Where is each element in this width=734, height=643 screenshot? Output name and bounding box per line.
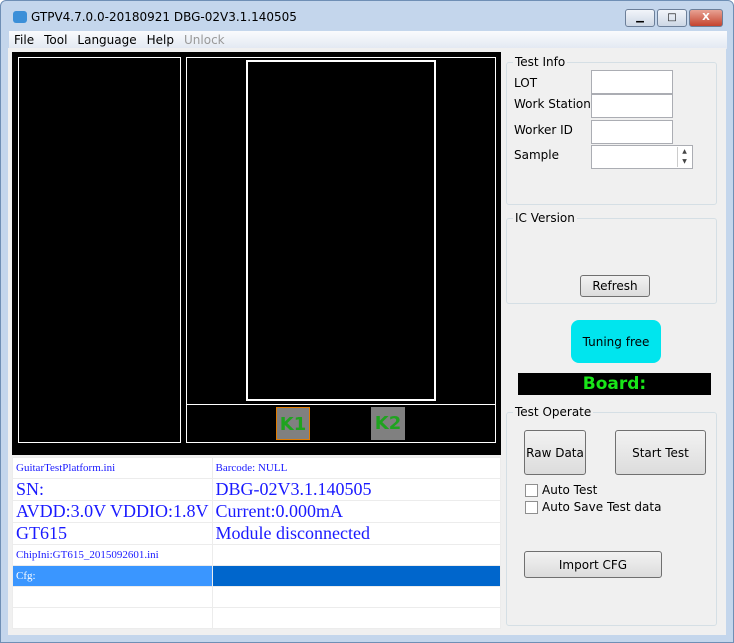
board-label: Board: [518, 373, 711, 395]
worker-id-label: Worker ID [514, 123, 573, 137]
cell: GT615 [12, 522, 213, 545]
lot-input[interactable] [591, 70, 673, 94]
cell [211, 586, 502, 608]
cell: Current:0.000mA [211, 500, 502, 523]
touch-area [246, 60, 436, 401]
group-caption: IC Version [513, 211, 577, 225]
auto-test-label: Auto Test [542, 483, 598, 497]
info-grid: GuitarTestPlatform.ini Barcode: NULL SN: D… [12, 457, 502, 629]
maximize-button[interactable]: □ [657, 9, 687, 27]
group-caption: Test Info [513, 55, 568, 69]
key-k2[interactable]: K2 [371, 407, 405, 440]
import-cfg-button[interactable]: Import CFG [524, 551, 662, 578]
tuning-status: Tuning free [571, 320, 661, 363]
auto-save-checkbox[interactable]: Auto Save Test data [525, 500, 661, 514]
cell[interactable]: Cfg: [12, 565, 213, 587]
start-test-button[interactable]: Start Test [615, 430, 706, 475]
close-button[interactable]: X [689, 9, 723, 27]
menu-language[interactable]: Language [72, 31, 141, 49]
menu-help[interactable]: Help [142, 31, 179, 49]
sample-label: Sample [514, 148, 559, 162]
raw-data-button[interactable]: Raw Data [524, 430, 586, 475]
cell [211, 544, 502, 566]
refresh-button[interactable]: Refresh [580, 275, 650, 297]
cell: SN: [12, 478, 213, 501]
cell: AVDD:3.0V VDDIO:1.8V [12, 500, 213, 523]
auto-save-label: Auto Save Test data [542, 500, 662, 514]
cell [211, 607, 502, 629]
auto-test-checkbox[interactable]: Auto Test [525, 483, 597, 497]
cell: Module disconnected [211, 522, 502, 545]
cell[interactable] [211, 565, 502, 587]
app-icon [13, 11, 27, 23]
cell: GuitarTestPlatform.ini [12, 457, 213, 479]
key-k1[interactable]: K1 [276, 407, 310, 440]
minimize-button[interactable]: ▁ [625, 9, 655, 27]
cell: DBG-02V3.1.140505 [211, 478, 502, 501]
menu-bar: File Tool Language Help Unlock [9, 31, 727, 49]
lot-label: LOT [514, 76, 538, 90]
window-title: GTPV4.7.0.0-20180921 DBG-02V3.1.140505 [31, 10, 297, 24]
cell: ChipIni:GT615_2015092601.ini [12, 544, 213, 566]
worker-id-input[interactable] [591, 120, 673, 144]
cell: Barcode: NULL [211, 457, 502, 479]
menu-tool[interactable]: Tool [39, 31, 72, 49]
divider [187, 404, 495, 405]
spinner-arrows-icon[interactable]: ▲ ▼ [677, 147, 691, 167]
work-station-label: Work Station [514, 97, 591, 111]
cell [12, 607, 213, 629]
menu-file[interactable]: File [9, 31, 39, 49]
work-station-input[interactable] [591, 94, 673, 118]
cell [12, 586, 213, 608]
menu-unlock[interactable]: Unlock [179, 31, 230, 49]
group-caption: Test Operate [513, 405, 594, 419]
left-view [18, 57, 181, 443]
